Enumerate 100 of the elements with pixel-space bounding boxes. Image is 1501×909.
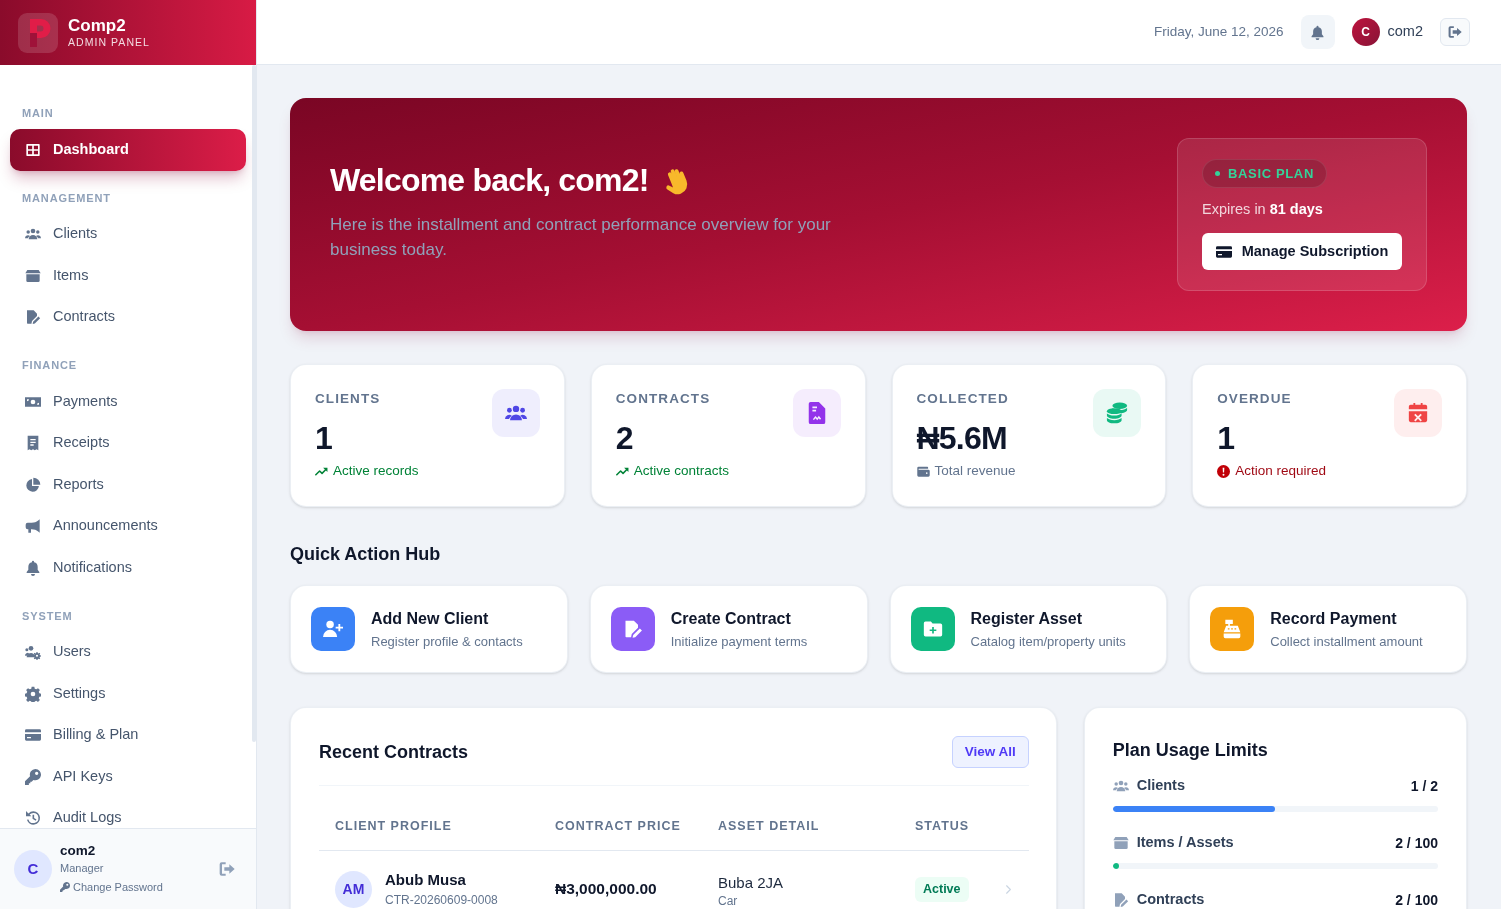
quick-action-card[interactable]: Add New Client Register profile & contacts — [290, 585, 568, 673]
users-gear-icon — [25, 644, 41, 661]
document-pen-icon — [25, 309, 41, 326]
sidebar-item[interactable]: Receipts — [10, 422, 246, 464]
section-title: Quick Action Hub — [290, 543, 442, 566]
logout-button[interactable] — [219, 861, 235, 877]
plan-badge: BASIC PLAN — [1202, 159, 1327, 188]
stat-note: Active records — [333, 461, 419, 480]
users-icon — [1112, 778, 1129, 794]
quick-action-card[interactable]: Register Asset Catalog item/property units — [889, 585, 1168, 673]
megaphone-icon — [25, 518, 41, 535]
section-label: SYSTEM — [21, 608, 74, 623]
action-description: Catalog item/property units — [970, 632, 1126, 651]
sidebar-item[interactable]: Audit Logs — [10, 797, 246, 828]
alert-icon — [1217, 464, 1231, 478]
usage-label: Contracts — [1136, 890, 1205, 909]
quick-action-card[interactable]: Create Contract Initialize payment terms — [589, 585, 868, 673]
current-date: Friday, June 12, 2026 — [1153, 22, 1284, 41]
plan-expiry: Expires in 81 days — [1202, 200, 1323, 219]
logout-icon — [1448, 25, 1462, 39]
column-header: ASSET DETAIL — [718, 818, 821, 836]
column-header: CONTRACT PRICE — [555, 818, 682, 836]
sidebar-item[interactable]: Settings — [10, 673, 246, 715]
stat-label: CLIENTS — [315, 390, 382, 408]
chevron-right-icon — [1004, 883, 1014, 895]
section-label: MANAGEMENT — [21, 190, 112, 205]
user-name: com2 — [1387, 22, 1423, 42]
stat-value: 2 — [615, 419, 634, 457]
brand-name: Comp2 — [68, 16, 127, 36]
credit-card-icon — [1215, 243, 1232, 260]
card-title: Plan Usage Limits — [1112, 739, 1269, 762]
grid-icon — [25, 141, 41, 158]
usage-count: 2 / 100 — [1395, 890, 1438, 909]
quick-action-card[interactable]: Record Payment Collect installment amount — [1189, 585, 1467, 673]
bell-icon — [25, 559, 41, 576]
key-icon — [60, 882, 70, 892]
view-all-button[interactable]: View All — [951, 736, 1029, 768]
settings-icon — [25, 685, 41, 702]
client-name: Abub Musa — [385, 870, 467, 890]
card-title: Recent Contracts — [319, 740, 469, 764]
history-icon — [25, 810, 41, 827]
usage-label: Clients — [1136, 776, 1185, 796]
sidebar-item[interactable]: Dashboard — [10, 129, 246, 171]
sidebar-item[interactable]: Users — [10, 631, 246, 673]
stat-label: OVERDUE — [1217, 390, 1293, 408]
manage-subscription-button[interactable]: Manage Subscription — [1202, 233, 1402, 270]
notifications-button[interactable] — [1300, 15, 1335, 49]
client-avatar: AM — [335, 870, 372, 908]
sidebar-item[interactable]: Announcements — [10, 505, 246, 547]
section-label: FINANCE — [21, 358, 79, 372]
user-name: com2 — [60, 842, 97, 860]
user-avatar: C — [1351, 18, 1380, 46]
asset-name: Buba 2JA — [718, 873, 785, 893]
column-header: CLIENT PROFILE — [334, 818, 453, 836]
stat-label: COLLECTED — [916, 390, 1010, 408]
wallet-icon — [916, 464, 930, 478]
asset-type: Car — [718, 893, 739, 909]
status-badge: Active — [915, 876, 969, 902]
stat-note: Total revenue — [934, 461, 1016, 480]
contract-reference: CTR-20260609-0008 — [385, 892, 498, 908]
brand-subtitle: ADMIN PANEL — [68, 36, 150, 49]
box-icon — [1112, 835, 1129, 851]
stat-note: Active contracts — [633, 461, 730, 480]
box-icon — [25, 267, 41, 284]
action-title: Add New Client — [371, 608, 490, 629]
user-role: Manager — [60, 861, 105, 876]
stat-value: ₦5.6M — [916, 419, 1008, 457]
change-password-link[interactable]: Change Password — [60, 878, 163, 896]
action-description: Collect installment amount — [1270, 632, 1423, 651]
usage-label: Items / Assets — [1136, 833, 1234, 853]
action-title: Create Contract — [670, 608, 792, 629]
key-icon — [25, 768, 41, 785]
usage-count: 2 / 100 — [1395, 833, 1438, 853]
sidebar-item[interactable]: Reports — [10, 464, 246, 506]
sidebar-item[interactable]: Payments — [10, 381, 246, 423]
pie-chart-icon — [25, 476, 41, 493]
action-title: Record Payment — [1270, 608, 1398, 629]
column-header: STATUS — [915, 818, 971, 836]
logout-icon — [219, 861, 235, 877]
section-label: MAIN — [21, 106, 55, 120]
welcome-subtitle: Here is the installment and contract performance overview for your business today. — [330, 214, 832, 261]
document-pen-icon — [1112, 892, 1129, 908]
credit-card-icon — [25, 727, 41, 744]
action-description: Register profile & contacts — [371, 632, 523, 651]
usage-count: 1 / 2 — [1410, 776, 1438, 796]
stat-label: CONTRACTS — [615, 390, 712, 408]
sidebar-item[interactable]: API Keys — [10, 756, 246, 798]
sidebar-item[interactable]: Clients — [10, 213, 246, 255]
sidebar-item[interactable]: Notifications — [10, 547, 246, 589]
action-description: Initialize payment terms — [670, 632, 808, 651]
stat-note: Action required — [1235, 461, 1327, 480]
welcome-title: Welcome back, com2! — [330, 161, 649, 199]
sidebar-item[interactable]: Items — [10, 255, 246, 297]
logout-button[interactable] — [1440, 18, 1470, 46]
sidebar-item[interactable]: Billing & Plan — [10, 714, 246, 756]
stat-value: 1 — [315, 419, 333, 457]
stat-value: 1 — [1217, 419, 1236, 457]
receipt-icon — [25, 435, 41, 452]
contract-price: ₦3,000,000.00 — [555, 879, 658, 900]
sidebar-item[interactable]: Contracts — [10, 296, 246, 338]
